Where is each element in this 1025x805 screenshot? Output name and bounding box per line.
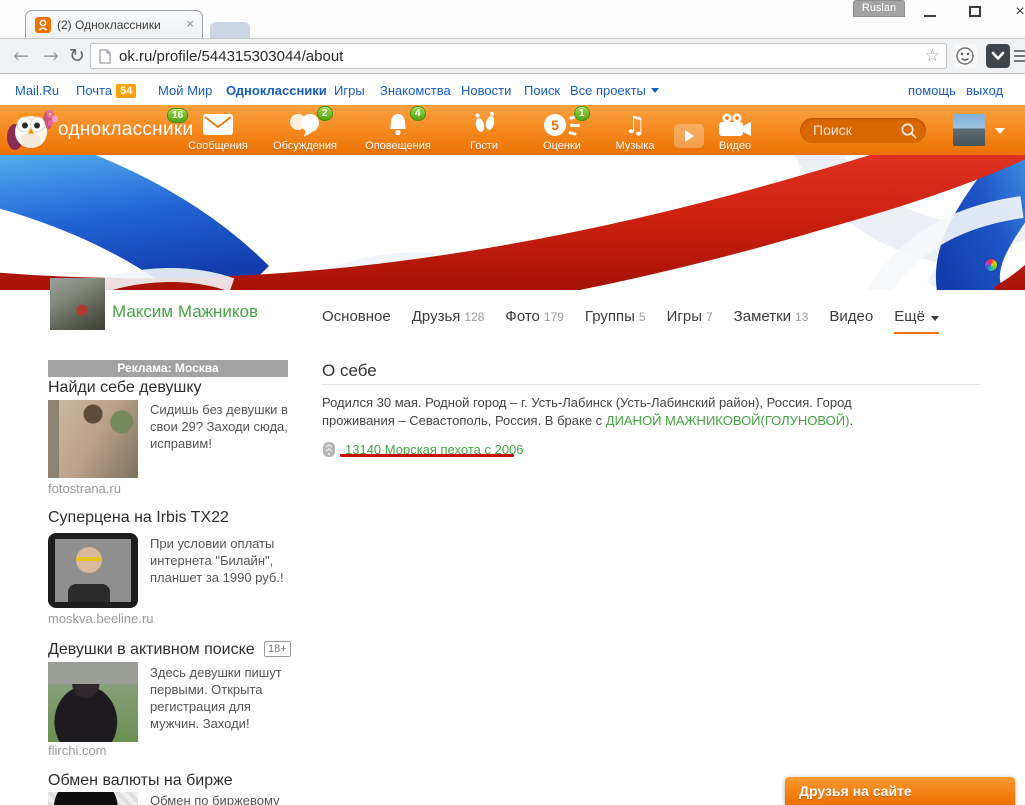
discussions-count-badge: 2: [317, 106, 333, 121]
tab-groups[interactable]: Группы5: [585, 308, 646, 325]
ok-owl-logo-icon[interactable]: [6, 107, 58, 158]
chat-bubbles-icon: [260, 112, 350, 138]
reload-icon[interactable]: ↻: [64, 43, 90, 69]
browser-window: Ruslan × (2) Одноклассники × ← → ↻ ☆: [0, 0, 1025, 805]
tab-notes[interactable]: Заметки13: [734, 308, 809, 325]
extension-pocket-icon[interactable]: [986, 44, 1010, 68]
minimize-button[interactable]: [915, 2, 945, 22]
ad-photo[interactable]: [48, 662, 138, 742]
video-camera-icon: [690, 112, 780, 138]
chevron-down-icon: [651, 88, 659, 93]
maximize-button[interactable]: [960, 2, 990, 22]
bell-icon: [353, 112, 443, 138]
minimize-icon: [924, 15, 936, 17]
mailru-link-odnoklassniki[interactable]: Одноклассники: [226, 83, 327, 98]
titlebar: Ruslan × (2) Одноклассники ×: [0, 0, 1025, 38]
okmenu-messages[interactable]: 16 Сообщения: [173, 105, 263, 155]
ad-title[interactable]: Найди себе девушку: [48, 379, 202, 397]
okmenu-guests[interactable]: Гости: [439, 105, 529, 155]
ad-link[interactable]: flirchi.com: [48, 743, 107, 758]
tab-photos[interactable]: Фото179: [505, 308, 564, 325]
ad-title[interactable]: Суперцена на Irbis TX22: [48, 509, 229, 527]
ok-search-box[interactable]: [800, 118, 926, 143]
user-menu-chevron-icon[interactable]: [995, 128, 1005, 134]
ad-text: Сидишь без девушки в свои 29? Заходи сюд…: [150, 401, 292, 452]
ad-text: При условии оплаты интернета "Билайн", п…: [150, 535, 292, 586]
profile-name-link[interactable]: Максим Мажников: [112, 302, 258, 322]
ads-region-header: Реклама: Москва: [48, 360, 288, 377]
theme-color-picker-icon[interactable]: [985, 259, 997, 271]
header-user-avatar[interactable]: [953, 114, 985, 146]
age-18-badge: 18+: [264, 641, 291, 657]
okmenu-notifications[interactable]: 4 Оповещения: [353, 105, 443, 155]
mailru-link-search[interactable]: Поиск: [524, 83, 560, 98]
ad-title[interactable]: Девушки в активном поиске: [48, 641, 255, 659]
ok-search-input[interactable]: [813, 120, 899, 140]
mailru-link-help[interactable]: помощь: [908, 83, 956, 98]
bookmark-star-icon[interactable]: ☆: [925, 46, 940, 66]
tab-more[interactable]: Ещё: [894, 308, 939, 334]
ad-text: Здесь девушки пишут первыми. Открыта рег…: [150, 664, 292, 732]
mailru-link-all-projects[interactable]: Все проекты: [570, 83, 659, 98]
new-tab-button[interactable]: [210, 22, 250, 38]
ad-link[interactable]: fotostrana.ru: [48, 481, 121, 496]
tab-title: (2) Одноклассники: [57, 18, 175, 32]
back-icon[interactable]: ←: [8, 43, 34, 69]
notifications-count-badge: 4: [410, 106, 426, 121]
url-input[interactable]: [119, 45, 909, 67]
ad-text: Обмен по биржевому: [150, 792, 292, 805]
profile-cover-banner: [0, 155, 1025, 290]
mailru-navbar: Mail.Ru Почта54 Мой Мир Одноклассники Иг…: [0, 75, 1025, 105]
okmenu-discussions[interactable]: 2 Обсуждения: [260, 105, 350, 155]
tab-video[interactable]: Видео: [829, 308, 873, 325]
mailru-link-mailru[interactable]: Mail.Ru: [15, 83, 59, 98]
tab-main[interactable]: Основное: [322, 308, 391, 325]
red-annotation-underline: [340, 454, 514, 457]
mail-count-badge: 54: [116, 84, 136, 98]
chrome-menu-icon[interactable]: [1014, 50, 1025, 65]
profile-avatar[interactable]: [50, 278, 105, 330]
ad-photo[interactable]: [48, 792, 138, 805]
mailru-link-mail[interactable]: Почта54: [76, 83, 136, 98]
mailru-link-logout[interactable]: выход: [966, 83, 1003, 98]
chevron-down-icon: [931, 316, 939, 321]
tab-close-icon[interactable]: ×: [186, 17, 194, 31]
messages-count-badge: 16: [167, 108, 188, 123]
extension-face-icon[interactable]: [953, 44, 977, 68]
ok-favicon-icon: [35, 17, 51, 38]
about-heading: О себе: [322, 361, 377, 381]
profile-tabs: Основное Друзья128 Фото179 Группы5 Игры7…: [322, 308, 982, 338]
tab-games[interactable]: Игры7: [667, 308, 713, 325]
ad-title[interactable]: Обмен валюты на бирже: [48, 772, 233, 790]
svg-text:5: 5: [551, 117, 559, 133]
okmenu-music[interactable]: ♫ Музыка: [590, 105, 680, 155]
search-icon: [900, 122, 918, 140]
ad-photo[interactable]: [48, 400, 138, 478]
friends-online-bar[interactable]: Друзья на сайте: [785, 777, 1015, 805]
browser-toolbar: ← → ↻ ☆: [0, 38, 1025, 74]
address-bar[interactable]: ☆: [90, 43, 947, 69]
ad-photo[interactable]: [48, 533, 138, 608]
maximize-icon: [969, 6, 981, 17]
epaulette-icon: [322, 441, 336, 463]
divider: [322, 384, 980, 385]
chrome-profile-badge[interactable]: Ruslan: [853, 0, 905, 17]
mailru-link-games[interactable]: Игры: [334, 83, 365, 98]
footprints-icon: [439, 112, 529, 138]
page-icon: [99, 49, 111, 69]
close-button[interactable]: ×: [1005, 2, 1025, 22]
mailru-link-dating[interactable]: Знакомства: [380, 83, 451, 98]
about-text: Родился 30 мая. Родной город – г. Усть-Л…: [322, 394, 922, 430]
tab-friends[interactable]: Друзья128: [412, 308, 485, 325]
spouse-link[interactable]: ДИАНОЙ МАЖНИКОВОЙ(ГОЛУНОВОЙ): [606, 413, 850, 428]
browser-tab[interactable]: (2) Одноклассники ×: [25, 10, 203, 38]
mailru-link-news[interactable]: Новости: [461, 83, 511, 98]
marks-count-badge: 1: [574, 106, 590, 121]
okmenu-video[interactable]: Видео: [690, 105, 780, 155]
mailru-link-moymir[interactable]: Мой Мир: [158, 83, 212, 98]
forward-icon[interactable]: →: [38, 43, 64, 69]
ad-link[interactable]: moskva.beeline.ru: [48, 611, 154, 626]
music-note-icon: ♫: [590, 112, 680, 138]
ok-header: одноклассники 16 Сообщения 2 Обсуждения …: [0, 105, 1025, 155]
